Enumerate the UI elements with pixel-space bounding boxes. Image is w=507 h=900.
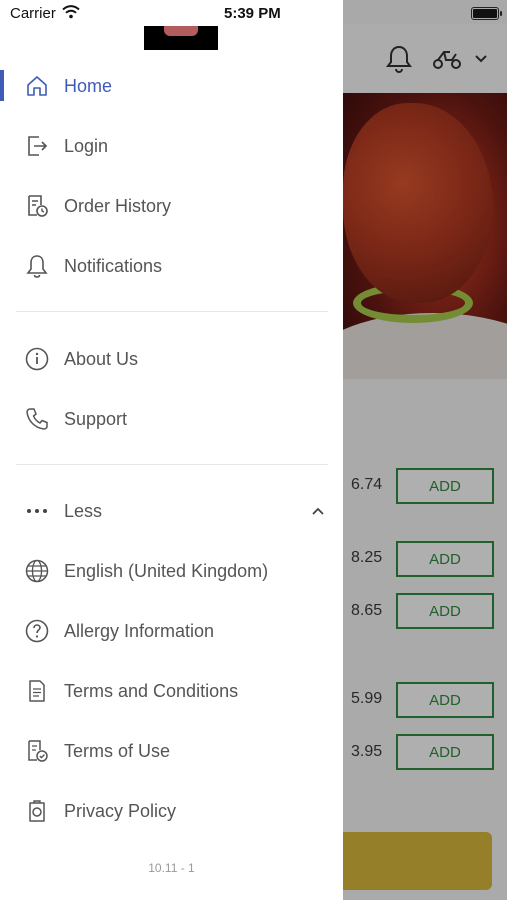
help-circle-icon: [24, 618, 50, 644]
menu-item-login[interactable]: Login: [0, 120, 343, 172]
menu-item-order-history[interactable]: Order History: [0, 180, 343, 232]
menu-item-home[interactable]: Home: [0, 60, 343, 112]
menu-item-label: Home: [64, 75, 113, 96]
menu-item-allergy-information[interactable]: Allergy Information: [0, 605, 343, 657]
menu-item-label: Privacy Policy: [64, 800, 177, 821]
navigation-drawer: Home Login Order History Notifications A…: [0, 0, 343, 900]
menu-item-label: Allergy Information: [64, 620, 215, 641]
menu-item-privacy-policy[interactable]: Privacy Policy: [0, 785, 343, 837]
clock: 5:39 PM: [224, 5, 281, 22]
divider: [16, 311, 328, 312]
menu-item-terms-and-conditions[interactable]: Terms and Conditions: [0, 665, 343, 717]
battery-icon: [471, 7, 502, 20]
menu-item-label: Support: [64, 408, 128, 429]
home-icon: [24, 73, 50, 99]
globe-icon: [24, 558, 50, 584]
menu-item-support[interactable]: Support: [0, 393, 343, 445]
divider: [16, 464, 328, 465]
menu-item-label: Terms and Conditions: [64, 680, 239, 701]
app-version: 10.11 - 1: [148, 861, 195, 875]
drawer-scrim[interactable]: [343, 0, 507, 900]
menu-item-about-us[interactable]: About Us: [0, 333, 343, 385]
more-dots-icon: [24, 498, 50, 524]
document-check-icon: [24, 738, 50, 764]
menu-item-less[interactable]: Less: [0, 485, 343, 537]
login-icon: [24, 133, 50, 159]
info-icon: [24, 346, 50, 372]
wifi-icon: [62, 5, 80, 19]
carrier-label: Carrier: [10, 5, 56, 22]
menu-item-label: Terms of Use: [64, 740, 171, 761]
menu-item-language[interactable]: English (United Kingdom): [0, 545, 343, 597]
status-bar: Carrier 5:39 PM: [0, 0, 507, 26]
bell-icon: [24, 253, 50, 279]
menu-item-label: Order History: [64, 195, 172, 216]
menu-item-notifications[interactable]: Notifications: [0, 240, 343, 292]
menu-item-label: English (United Kingdom): [64, 560, 269, 581]
privacy-icon: [24, 798, 50, 824]
phone-icon: [24, 406, 50, 432]
chevron-up-icon[interactable]: [311, 506, 325, 516]
menu-item-label: Login: [64, 135, 109, 156]
menu-item-terms-of-use[interactable]: Terms of Use: [0, 725, 343, 777]
menu-item-label: About Us: [64, 348, 139, 369]
menu-item-label: Less: [64, 500, 103, 521]
order-history-icon: [24, 193, 50, 219]
menu-item-label: Notifications: [64, 255, 163, 276]
document-icon: [24, 678, 50, 704]
restaurant-logo: [144, 26, 218, 50]
